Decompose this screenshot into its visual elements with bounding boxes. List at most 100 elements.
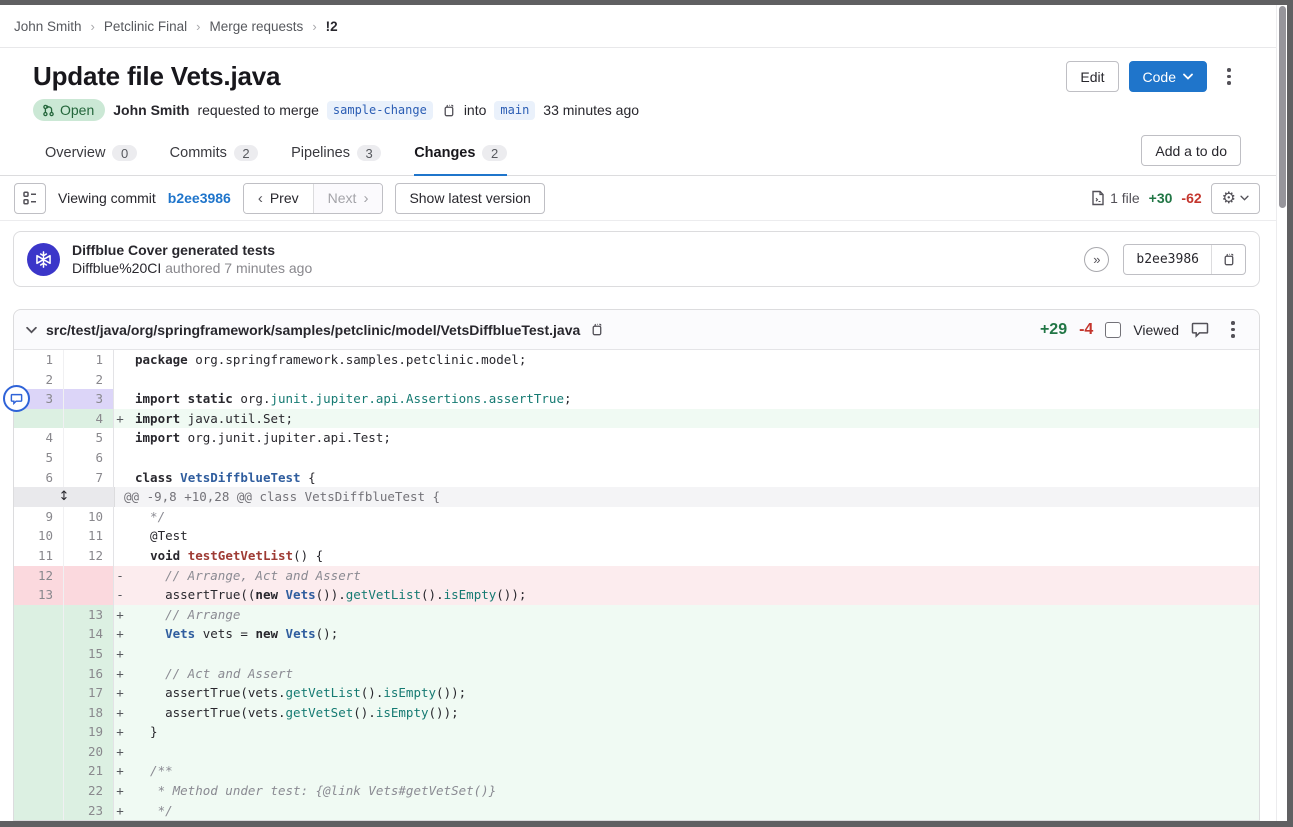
tab-overview[interactable]: Overview0 <box>45 132 137 176</box>
line-number-old[interactable] <box>14 742 64 762</box>
line-number-new[interactable]: 10 <box>64 507 114 527</box>
line-number-new[interactable]: 13 <box>64 605 114 625</box>
more-actions-icon[interactable] <box>1217 62 1241 92</box>
code-line <box>126 742 1259 762</box>
viewed-checkbox[interactable] <box>1105 322 1121 338</box>
breadcrumb-separator-icon: › <box>196 19 200 34</box>
line-number-new[interactable]: 19 <box>64 722 114 742</box>
code-button[interactable]: Code <box>1129 61 1207 92</box>
line-number-new[interactable]: 21 <box>64 761 114 781</box>
collapse-file-icon[interactable] <box>26 326 37 334</box>
page-scrollbar[interactable] <box>1276 5 1287 821</box>
line-number-new[interactable] <box>64 585 114 605</box>
line-number-new[interactable]: 3 <box>64 389 114 409</box>
file-options-icon[interactable] <box>1221 315 1245 345</box>
line-number-new[interactable]: 5 <box>64 428 114 448</box>
file-path[interactable]: src/test/java/org/springframework/sample… <box>46 322 580 338</box>
status-badge: Open <box>33 99 105 121</box>
line-number-new[interactable] <box>64 566 114 586</box>
tab-changes[interactable]: Changes2 <box>414 132 506 176</box>
mr-time: 33 minutes ago <box>543 102 639 118</box>
chevron-down-icon <box>1240 195 1249 201</box>
breadcrumb-item[interactable]: Merge requests <box>210 19 304 34</box>
copy-sha-icon[interactable] <box>1211 245 1245 274</box>
into-text: into <box>464 102 487 118</box>
line-number-new[interactable]: 2 <box>64 370 114 390</box>
commit-author[interactable]: Diffblue%20CI <box>72 260 161 276</box>
diff-marker <box>114 448 126 468</box>
copy-branch-icon[interactable] <box>441 103 456 118</box>
expand-lines-icon[interactable]: ↕ <box>59 487 70 507</box>
line-number-old[interactable] <box>14 801 64 821</box>
file-tree-toggle-button[interactable] <box>14 183 46 214</box>
line-number-new[interactable]: 20 <box>64 742 114 762</box>
line-number-new[interactable]: 14 <box>64 624 114 644</box>
line-number-old[interactable] <box>14 605 64 625</box>
viewed-commit-link[interactable]: b2ee3986 <box>168 190 231 206</box>
tab-commits[interactable]: Commits2 <box>170 132 258 176</box>
line-number-old[interactable] <box>14 722 64 742</box>
line-number-new[interactable]: 6 <box>64 448 114 468</box>
line-number-old[interactable] <box>14 644 64 664</box>
diff-marker: + <box>114 664 126 684</box>
add-todo-button[interactable]: Add a to do <box>1141 135 1241 166</box>
line-number-old[interactable] <box>14 703 64 723</box>
line-number-old[interactable]: 13 <box>14 585 64 605</box>
code-line <box>126 370 1259 390</box>
line-number-old[interactable]: 6 <box>14 468 64 488</box>
line-number-new[interactable]: 22 <box>64 781 114 801</box>
tab-label: Overview <box>45 145 105 161</box>
line-number-new[interactable]: 23 <box>64 801 114 821</box>
diff-file-header: src/test/java/org/springframework/sample… <box>14 310 1259 350</box>
line-number-old[interactable]: 9 <box>14 507 64 527</box>
line-number-new[interactable]: 17 <box>64 683 114 703</box>
line-number-old[interactable] <box>14 781 64 801</box>
edit-button[interactable]: Edit <box>1066 61 1118 92</box>
diff-marker <box>114 389 126 409</box>
expand-commit-details-button[interactable]: » <box>1084 247 1109 272</box>
code-line: /** <box>126 761 1259 781</box>
mr-author[interactable]: John Smith <box>113 102 189 118</box>
diff-row: 18+ assertTrue(vets.getVetSet().isEmpty(… <box>14 703 1259 723</box>
line-number-old[interactable] <box>14 683 64 703</box>
comment-icon[interactable] <box>1191 321 1209 338</box>
line-number-new[interactable]: 15 <box>64 644 114 664</box>
line-number-old[interactable]: 12 <box>14 566 64 586</box>
file-additions: +29 <box>1040 321 1067 339</box>
line-number-new[interactable]: 4 <box>64 409 114 429</box>
file-icon <box>1091 190 1105 206</box>
diff-row: 12- // Arrange, Act and Assert <box>14 566 1259 586</box>
line-number-new[interactable]: 18 <box>64 703 114 723</box>
line-number-new[interactable]: 1 <box>64 350 114 370</box>
show-latest-version-button[interactable]: Show latest version <box>395 183 544 214</box>
copy-file-path-icon[interactable] <box>589 322 604 337</box>
line-number-new[interactable]: 16 <box>64 664 114 684</box>
line-number-old[interactable] <box>14 761 64 781</box>
diff-settings-button[interactable]: ⚙ <box>1211 183 1260 214</box>
diff-row: ↕@@ -9,8 +10,28 @@ class VetsDiffblueTes… <box>14 487 1259 507</box>
line-number-old[interactable]: 4 <box>14 428 64 448</box>
scrollbar-thumb[interactable] <box>1279 6 1286 208</box>
diff-body: 11package org.springframework.samples.pe… <box>14 350 1259 820</box>
line-number-old[interactable]: 10 <box>14 526 64 546</box>
next-commit-button[interactable]: Next › <box>313 184 383 213</box>
line-number-old[interactable]: 5 <box>14 448 64 468</box>
line-number-old[interactable] <box>14 409 64 429</box>
prev-commit-button[interactable]: ‹ Prev <box>244 184 313 213</box>
line-number-new[interactable]: 11 <box>64 526 114 546</box>
line-number-old[interactable] <box>14 624 64 644</box>
source-branch-chip[interactable]: sample-change <box>327 101 433 120</box>
commit-title[interactable]: Diffblue Cover generated tests <box>72 242 312 258</box>
tab-pipelines[interactable]: Pipelines3 <box>291 132 381 176</box>
line-number-new[interactable]: 12 <box>64 546 114 566</box>
line-number-old[interactable]: 11 <box>14 546 64 566</box>
diff-marker: + <box>114 703 126 723</box>
line-number-old[interactable]: 1 <box>14 350 64 370</box>
line-number-old[interactable] <box>14 664 64 684</box>
diff-row: 56 <box>14 448 1259 468</box>
line-number-new[interactable]: 7 <box>64 468 114 488</box>
breadcrumb-item[interactable]: John Smith <box>14 19 82 34</box>
target-branch-chip[interactable]: main <box>494 101 535 120</box>
breadcrumb-item[interactable]: Petclinic Final <box>104 19 187 34</box>
comment-thread-icon[interactable] <box>3 385 30 412</box>
